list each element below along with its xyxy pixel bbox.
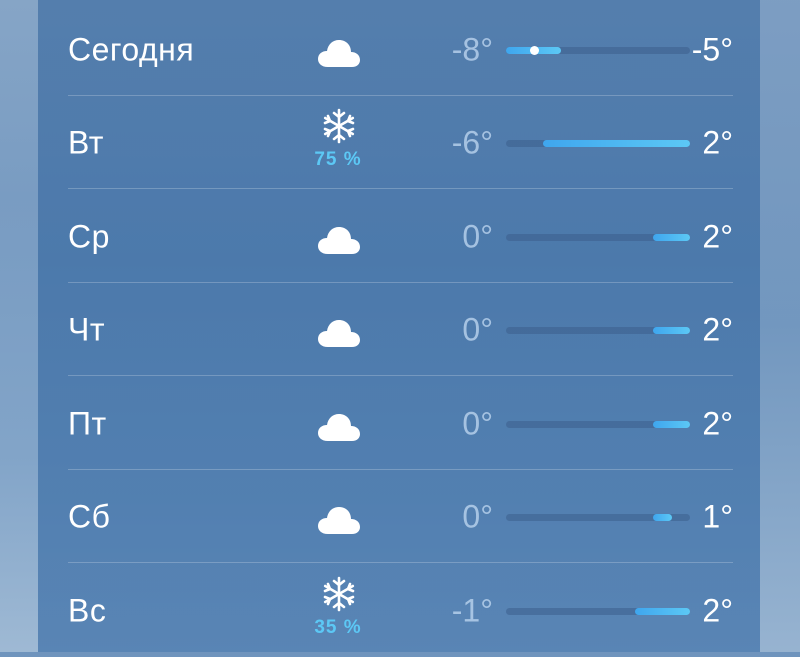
high-temperature: 2° bbox=[702, 311, 733, 347]
high-temperature: 1° bbox=[702, 498, 733, 534]
snowflake-icon bbox=[323, 576, 355, 612]
forecast-row-wednesday[interactable]: Ср 0° 2° bbox=[68, 190, 733, 283]
low-temperature: -8° bbox=[451, 31, 493, 67]
forecast-row-friday[interactable]: Пт 0° 2° bbox=[68, 377, 733, 470]
weather-icon-slot bbox=[308, 283, 368, 376]
cloud-icon bbox=[318, 320, 360, 347]
high-temperature: 2° bbox=[702, 218, 733, 254]
temperature-range-bar bbox=[506, 45, 690, 55]
temperature-range-fill bbox=[542, 139, 690, 147]
weather-icon-slot bbox=[308, 3, 368, 96]
temperature-range-bar bbox=[506, 326, 690, 334]
low-temperature: 0° bbox=[462, 218, 493, 254]
weather-icon-slot bbox=[308, 190, 368, 283]
snowflake-icon bbox=[323, 108, 355, 144]
temperature-range-fill bbox=[653, 326, 690, 334]
day-label: Вт bbox=[68, 124, 104, 160]
current-temperature-dot bbox=[529, 45, 539, 55]
precipitation-chance: 35 % bbox=[314, 617, 362, 638]
row-divider bbox=[68, 562, 733, 563]
day-label: Сб bbox=[68, 498, 111, 534]
cloud-icon bbox=[318, 507, 360, 534]
low-temperature: -1° bbox=[451, 592, 493, 628]
high-temperature: -5° bbox=[691, 31, 733, 67]
weather-icon-slot: 35 % bbox=[308, 564, 368, 657]
day-label: Чт bbox=[68, 311, 105, 347]
forecast-row-saturday[interactable]: Сб 0° 1° bbox=[68, 470, 733, 563]
high-temperature: 2° bbox=[702, 405, 733, 441]
weather-icon-slot bbox=[308, 377, 368, 470]
temperature-range-bar bbox=[506, 607, 690, 615]
low-temperature: 0° bbox=[462, 498, 493, 534]
forecast-row-sunday[interactable]: Вс 35 % -1° 2° bbox=[68, 564, 733, 657]
temperature-range-bar bbox=[506, 513, 690, 521]
day-label: Ср bbox=[68, 218, 110, 254]
forecast-row-today[interactable]: Сегодня -8° -5° bbox=[68, 3, 733, 96]
forecast-row-tuesday[interactable]: Вт 75 % -6° 2° bbox=[68, 96, 733, 189]
temperature-range-fill bbox=[634, 607, 690, 615]
row-divider bbox=[68, 188, 733, 189]
temperature-range-bar bbox=[506, 420, 690, 428]
cloud-icon bbox=[318, 227, 360, 254]
ten-day-forecast-panel: Сегодня -8° -5° Вт 75 % -6° 2° Ср 0° 2° … bbox=[38, 0, 760, 652]
cloud-icon bbox=[318, 414, 360, 441]
weather-icon-slot: 75 % bbox=[308, 96, 368, 189]
temperature-range-fill bbox=[653, 233, 690, 241]
day-label: Сегодня bbox=[68, 31, 195, 67]
low-temperature: -6° bbox=[451, 124, 493, 160]
low-temperature: 0° bbox=[462, 405, 493, 441]
temperature-range-fill bbox=[653, 420, 690, 428]
cloud-icon bbox=[318, 40, 360, 67]
forecast-row-thursday[interactable]: Чт 0° 2° bbox=[68, 283, 733, 376]
high-temperature: 2° bbox=[702, 592, 733, 628]
temperature-range-bar bbox=[506, 139, 690, 147]
high-temperature: 2° bbox=[702, 124, 733, 160]
background-right-edge bbox=[760, 0, 800, 652]
row-divider bbox=[68, 375, 733, 376]
precipitation-chance: 75 % bbox=[314, 149, 362, 170]
temperature-range-fill bbox=[653, 513, 672, 521]
weather-icon-slot bbox=[308, 470, 368, 563]
day-label: Пт bbox=[68, 405, 107, 441]
day-label: Вс bbox=[68, 592, 107, 628]
temperature-range-bar bbox=[506, 233, 690, 241]
background-left-edge bbox=[0, 0, 38, 652]
low-temperature: 0° bbox=[462, 311, 493, 347]
